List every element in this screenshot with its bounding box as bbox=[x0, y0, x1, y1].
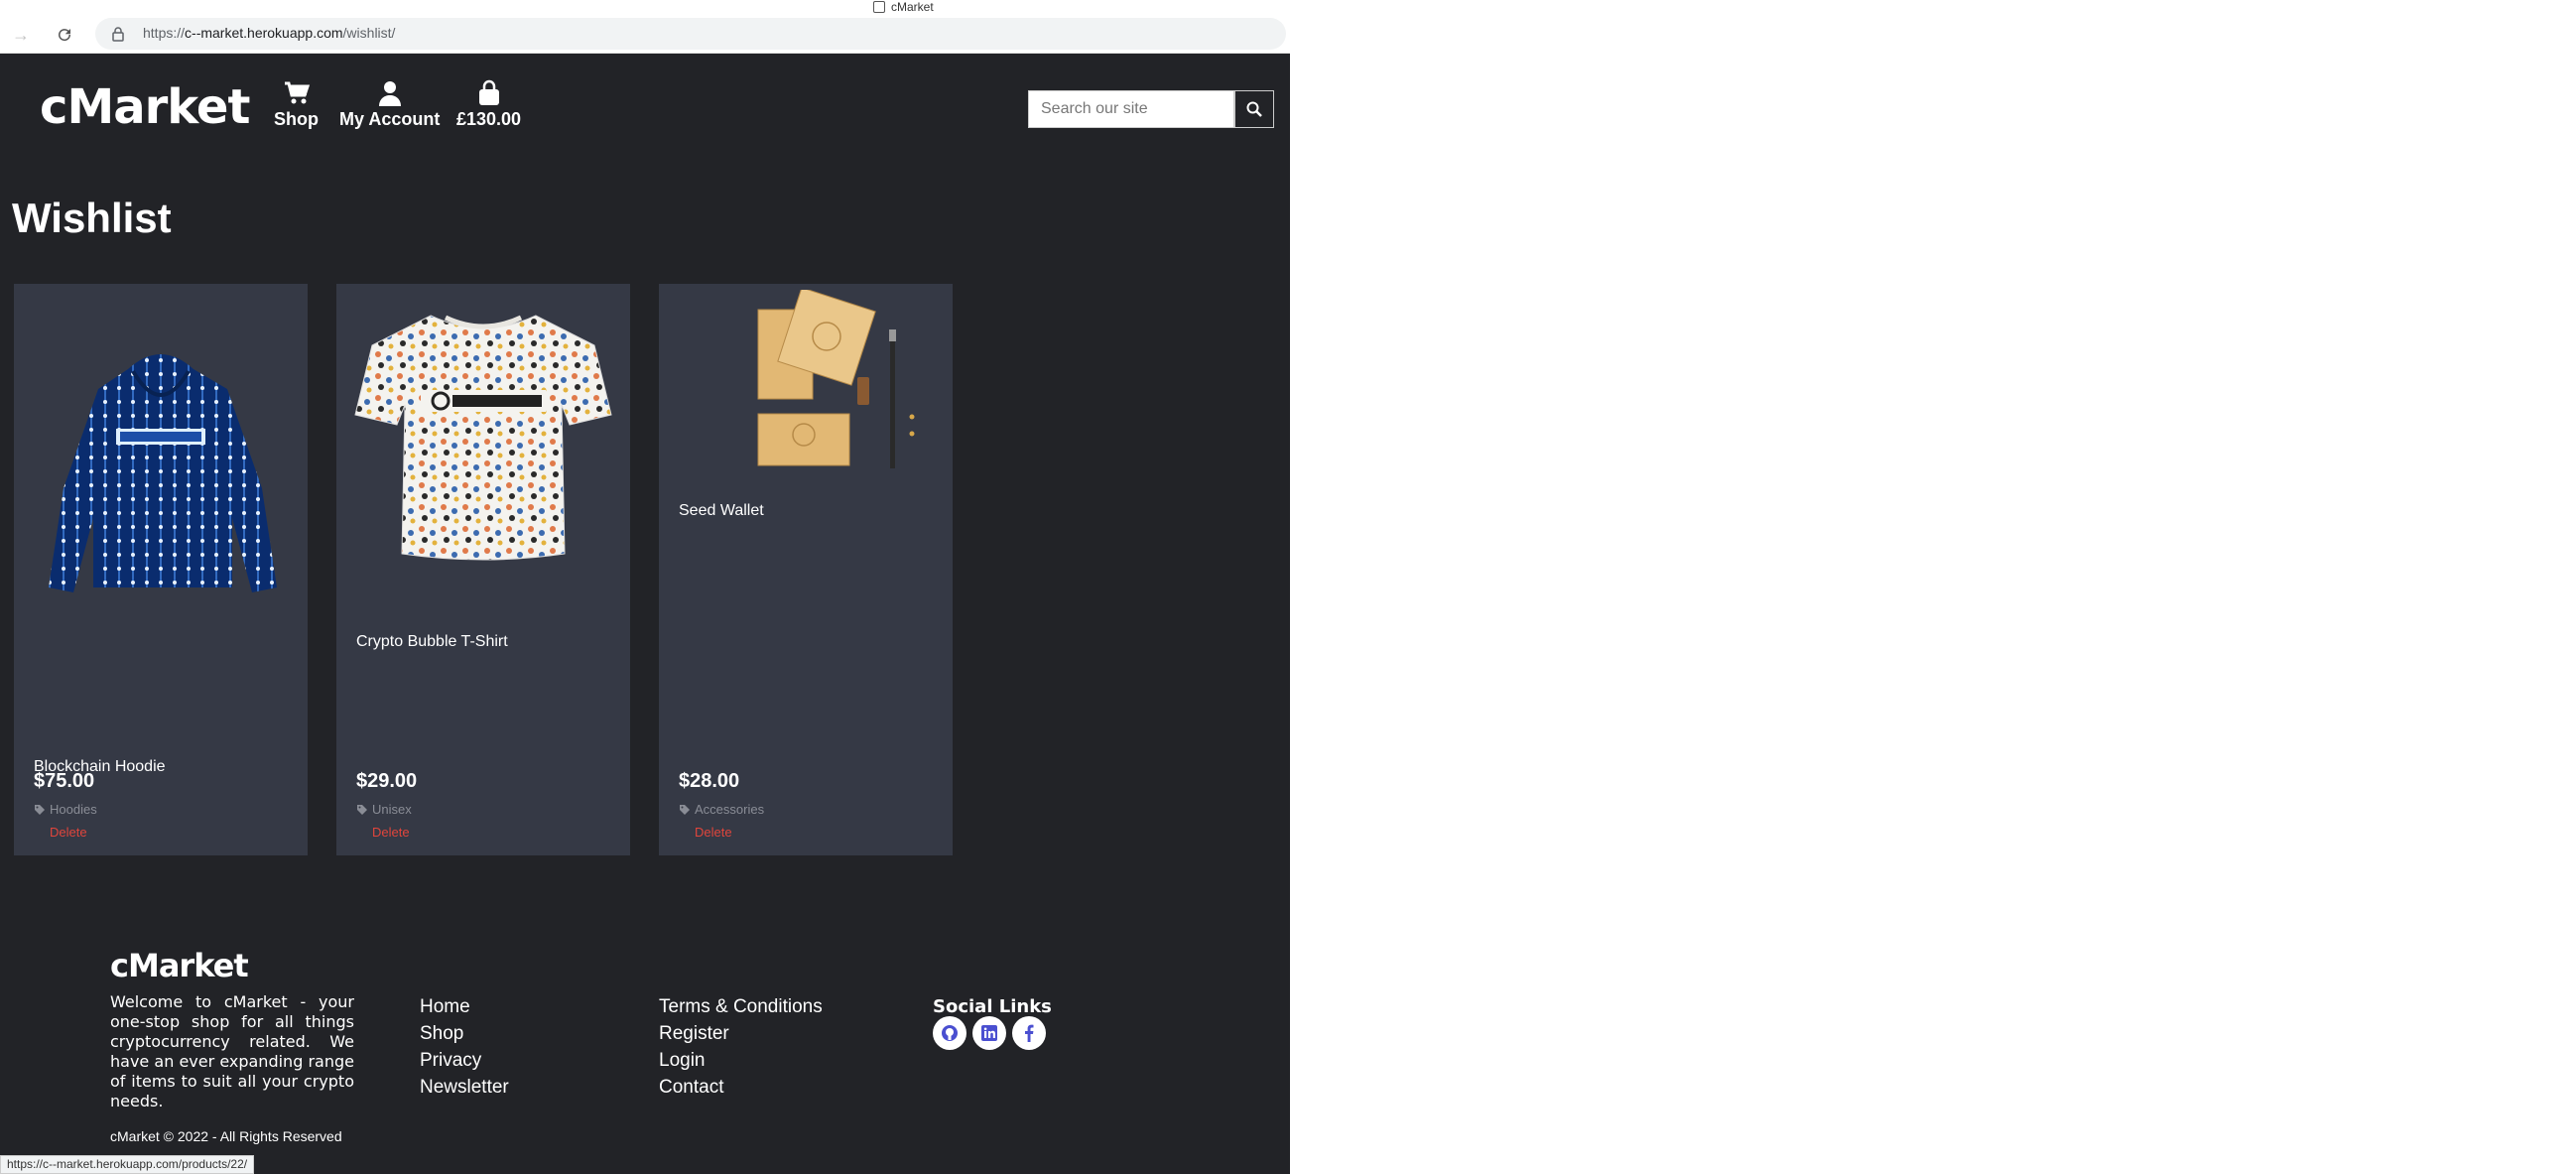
shopping-bag-icon bbox=[478, 79, 499, 105]
search-button[interactable] bbox=[1234, 90, 1274, 128]
footer-link-shop[interactable]: Shop bbox=[420, 1023, 509, 1044]
tag-icon bbox=[357, 804, 367, 815]
facebook-icon[interactable] bbox=[1012, 1016, 1046, 1050]
delete-link[interactable]: Delete bbox=[50, 825, 87, 840]
product-name[interactable]: Seed Wallet bbox=[679, 502, 764, 520]
search-icon bbox=[1246, 101, 1262, 117]
tab-strip: cMarket bbox=[0, 0, 1290, 14]
category-label: Accessories bbox=[695, 802, 765, 817]
bag-total: £130.00 bbox=[456, 109, 522, 129]
user-icon bbox=[378, 81, 401, 106]
product-price: $28.00 bbox=[679, 770, 740, 792]
footer-link-privacy[interactable]: Privacy bbox=[420, 1050, 509, 1071]
reload-icon[interactable] bbox=[52, 22, 77, 48]
product-price: $29.00 bbox=[356, 770, 418, 792]
product-name[interactable]: Crypto Bubble T-Shirt bbox=[356, 633, 508, 651]
nav-shop-label: Shop bbox=[274, 109, 319, 129]
footer-link-newsletter[interactable]: Newsletter bbox=[420, 1077, 509, 1098]
footer-links-2: Terms & Conditions Register Login Contac… bbox=[659, 996, 823, 1098]
product-image-tshirt[interactable] bbox=[351, 306, 615, 574]
tab-title: cMarket bbox=[891, 0, 934, 14]
footer-link-terms[interactable]: Terms & Conditions bbox=[659, 996, 823, 1017]
tab-favicon-icon bbox=[873, 1, 885, 13]
product-category[interactable]: Unisex bbox=[356, 802, 412, 817]
product-image-hoodie[interactable] bbox=[29, 339, 293, 617]
lock-icon bbox=[112, 27, 124, 42]
browser-toolbar: → https://c--market.herokuapp.com/wishli… bbox=[0, 14, 1290, 54]
search-input[interactable] bbox=[1028, 90, 1234, 128]
nav-account-label: My Account bbox=[339, 109, 441, 129]
github-icon[interactable] bbox=[933, 1016, 966, 1050]
footer-about: Welcome to cMarket - your one-stop shop … bbox=[110, 992, 354, 1110]
linkedin-icon[interactable] bbox=[972, 1016, 1006, 1050]
category-label: Unisex bbox=[372, 802, 412, 817]
footer-link-login[interactable]: Login bbox=[659, 1050, 823, 1071]
category-label: Hoodies bbox=[50, 802, 97, 817]
footer-link-home[interactable]: Home bbox=[420, 996, 509, 1017]
status-bar: https://c--market.herokuapp.com/products… bbox=[0, 1155, 255, 1174]
tag-icon bbox=[680, 804, 690, 815]
footer-copyright: cMarket © 2022 - All Rights Reserved bbox=[110, 1128, 342, 1144]
address-bar[interactable]: https://c--market.herokuapp.com/wishlist… bbox=[95, 18, 1286, 50]
site-logo[interactable]: cMarket bbox=[40, 79, 250, 135]
product-category[interactable]: Hoodies bbox=[34, 802, 97, 817]
forward-icon[interactable]: → bbox=[8, 22, 34, 48]
cart-icon bbox=[284, 81, 310, 104]
wishlist-card: Seed Wallet $28.00 Accessories Delete bbox=[659, 284, 953, 855]
browser-window: cMarket → https://c--market.herokuapp.co… bbox=[0, 0, 1290, 1174]
footer-links-1: Home Shop Privacy Newsletter bbox=[420, 996, 509, 1098]
footer-logo[interactable]: cMarket bbox=[110, 947, 249, 984]
wishlist-card: Blockchain Hoodie $75.00 Hoodies Delete bbox=[14, 284, 308, 855]
product-category[interactable]: Accessories bbox=[679, 802, 764, 817]
browser-tab[interactable]: cMarket bbox=[873, 0, 934, 14]
product-image-seed-wallet[interactable] bbox=[674, 290, 938, 474]
nav-bag[interactable]: £130.00 bbox=[456, 79, 521, 130]
product-price: $75.00 bbox=[34, 770, 95, 792]
tag-icon bbox=[35, 804, 45, 815]
page: cMarket Shop My Account £130.00 Wishlist bbox=[0, 54, 1290, 1174]
delete-link[interactable]: Delete bbox=[372, 825, 410, 840]
delete-link[interactable]: Delete bbox=[695, 825, 732, 840]
footer-link-register[interactable]: Register bbox=[659, 1023, 823, 1044]
nav-shop[interactable]: Shop bbox=[274, 79, 319, 130]
url-text: https://c--market.herokuapp.com/wishlist… bbox=[143, 25, 396, 41]
footer-link-contact[interactable]: Contact bbox=[659, 1077, 823, 1098]
page-title: Wishlist bbox=[12, 195, 172, 241]
wishlist-card: Crypto Bubble T-Shirt $29.00 Unisex Dele… bbox=[336, 284, 630, 855]
nav-account[interactable]: My Account bbox=[339, 79, 440, 130]
social-links-title: Social Links bbox=[933, 996, 1052, 1017]
social-links bbox=[933, 1016, 1046, 1050]
search-form bbox=[1028, 90, 1274, 128]
